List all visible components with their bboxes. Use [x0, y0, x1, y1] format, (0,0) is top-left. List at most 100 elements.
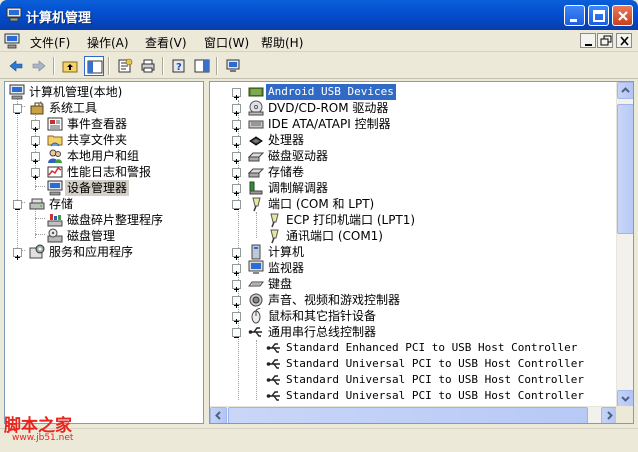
device-usb-controller[interactable]: Standard Enhanced PCI to USB Host Contro… — [250, 340, 620, 356]
tree-item-event-viewer[interactable]: 事件查看器 — [31, 116, 201, 132]
mdi-minimize-button[interactable] — [580, 33, 596, 48]
expand-icon[interactable] — [31, 120, 40, 132]
expand-icon[interactable] — [232, 248, 241, 260]
device-category-mouse[interactable]: 鼠标和其它指针设备 — [232, 308, 622, 324]
device-ecp-port[interactable]: ECP 打印机端口 (LPT1) — [250, 212, 620, 228]
device-category-monitor[interactable]: 监视器 — [232, 260, 622, 276]
usb-icon — [266, 343, 280, 353]
window-title: 计算机管理 — [26, 11, 92, 26]
expand-icon[interactable] — [232, 280, 241, 292]
tree-item-root[interactable]: 计算机管理(本地) — [9, 84, 199, 100]
tree-item-shared-folders[interactable]: 共享文件夹 — [31, 132, 201, 148]
menu-file[interactable]: 文件(F) — [30, 34, 70, 51]
menu-window[interactable]: 窗口(W) — [204, 34, 249, 51]
close-button[interactable] — [612, 5, 633, 26]
help-button[interactable]: ? — [169, 56, 189, 76]
expand-icon[interactable] — [232, 152, 241, 164]
device-com1-port[interactable]: 通讯端口 (COM1) — [250, 228, 620, 244]
watermark-url: www.jb51.net — [12, 433, 74, 443]
title-bar[interactable]: 计算机管理 — [0, 0, 638, 30]
expand-icon[interactable] — [232, 168, 241, 180]
scan-hardware-button[interactable] — [223, 56, 243, 76]
device-category-sound[interactable]: 声音、视频和游戏控制器 — [232, 292, 622, 308]
device-category-modem[interactable]: 调制解调器 — [232, 180, 622, 196]
device-manager-icon — [47, 180, 63, 196]
chevron-up-icon — [621, 87, 630, 93]
scroll-thumb[interactable] — [617, 104, 633, 234]
chevron-left-icon — [215, 411, 221, 420]
up-folder-button[interactable] — [60, 56, 80, 76]
tree-label: 端口 (COM 和 LPT) — [268, 197, 375, 211]
scroll-thumb[interactable] — [228, 407, 588, 423]
tree-item-device-manager[interactable]: 设备管理器 — [31, 180, 201, 196]
tree-item-defrag[interactable]: 磁盘碎片整理程序 — [31, 212, 201, 228]
mdi-restore-button[interactable] — [597, 33, 613, 48]
menu-help[interactable]: 帮助(H) — [261, 34, 303, 51]
scroll-left-button[interactable] — [210, 407, 227, 423]
device-category-ports[interactable]: 端口 (COM 和 LPT) — [232, 196, 622, 212]
forward-button[interactable] — [29, 56, 49, 76]
device-category-cpu[interactable]: 处理器 — [232, 132, 622, 148]
collapse-icon[interactable] — [232, 200, 241, 210]
tree-item-local-users[interactable]: 本地用户和组 — [31, 148, 201, 164]
expand-icon[interactable] — [31, 136, 40, 148]
device-tree-pane[interactable]: Android USB Devices DVD/CD-ROM 驱动器 IDE A… — [209, 81, 634, 424]
tree-item-system-tools[interactable]: 系统工具 — [13, 100, 193, 116]
horizontal-scrollbar[interactable] — [210, 406, 618, 423]
expand-icon[interactable] — [232, 104, 241, 116]
scroll-down-button[interactable] — [617, 390, 633, 407]
device-usb-controller[interactable]: Standard Universal PCI to USB Host Contr… — [250, 356, 620, 372]
back-button[interactable] — [6, 56, 26, 76]
scroll-up-button[interactable] — [617, 82, 633, 99]
expand-icon[interactable] — [232, 136, 241, 148]
tree-item-disk-management[interactable]: 磁盘管理 — [31, 228, 201, 244]
expand-icon[interactable] — [232, 264, 241, 276]
folder-up-icon — [62, 61, 78, 73]
mdi-close-button[interactable] — [616, 33, 632, 48]
device-usb-controller[interactable]: Standard Universal PCI to USB Host Contr… — [250, 372, 620, 388]
properties-icon — [118, 58, 133, 73]
printer-icon — [141, 59, 155, 73]
tree-label: Standard Universal PCI to USB Host Contr… — [286, 389, 585, 402]
console-tree-pane[interactable]: 计算机管理(本地) 系统工具 事件查看器 共享文件夹 本地用户和组 性能日志和警… — [4, 81, 204, 424]
collapse-icon[interactable] — [232, 328, 241, 338]
properties-button[interactable] — [115, 56, 135, 76]
cd-drive-icon — [248, 100, 264, 116]
device-usb-controller[interactable]: Standard Universal PCI to USB Host Contr… — [250, 388, 620, 404]
tree-label: 鼠标和其它指针设备 — [268, 309, 377, 323]
menu-view[interactable]: 查看(V) — [145, 34, 187, 51]
tree-item-services[interactable]: 服务和应用程序 — [13, 244, 193, 260]
collapse-icon[interactable] — [13, 200, 22, 210]
expand-icon[interactable] — [232, 296, 241, 308]
app-menu-icon[interactable] — [4, 33, 20, 49]
device-category-disk[interactable]: 磁盘驱动器 — [232, 148, 622, 164]
minimize-button[interactable] — [564, 5, 585, 26]
expand-icon[interactable] — [232, 120, 241, 132]
expand-icon[interactable] — [232, 184, 241, 196]
status-bar — [0, 428, 638, 452]
device-category-usb[interactable]: 通用串行总线控制器 — [232, 324, 622, 340]
show-hide-tree-button[interactable] — [84, 56, 104, 76]
tree-label: 调制解调器 — [268, 181, 329, 195]
device-category-ide[interactable]: IDE ATA/ATAPI 控制器 — [232, 116, 622, 132]
menu-action[interactable]: 操作(A) — [87, 34, 129, 51]
expand-icon[interactable] — [232, 312, 241, 324]
printer-port-icon — [270, 213, 279, 228]
device-category-computer[interactable]: 计算机 — [232, 244, 622, 260]
print-button[interactable] — [138, 56, 158, 76]
collapse-icon[interactable] — [13, 104, 22, 114]
expand-icon[interactable] — [31, 168, 40, 180]
device-category-dvd[interactable]: DVD/CD-ROM 驱动器 — [232, 100, 622, 116]
device-category-volumes[interactable]: 存储卷 — [232, 164, 622, 180]
tree-label: Android USB Devices — [266, 84, 396, 100]
device-category-android[interactable]: Android USB Devices — [232, 84, 622, 100]
expand-icon[interactable] — [13, 248, 22, 260]
tree-item-storage[interactable]: 存储 — [13, 196, 193, 212]
tree-item-perf-logs[interactable]: 性能日志和警报 — [31, 164, 201, 180]
maximize-button[interactable] — [588, 5, 609, 26]
expand-icon[interactable] — [232, 88, 241, 100]
device-category-keyboard[interactable]: 键盘 — [232, 276, 622, 292]
expand-icon[interactable] — [31, 152, 40, 164]
show-hide-action-pane-button[interactable] — [192, 56, 212, 76]
vertical-scrollbar[interactable] — [616, 82, 633, 407]
